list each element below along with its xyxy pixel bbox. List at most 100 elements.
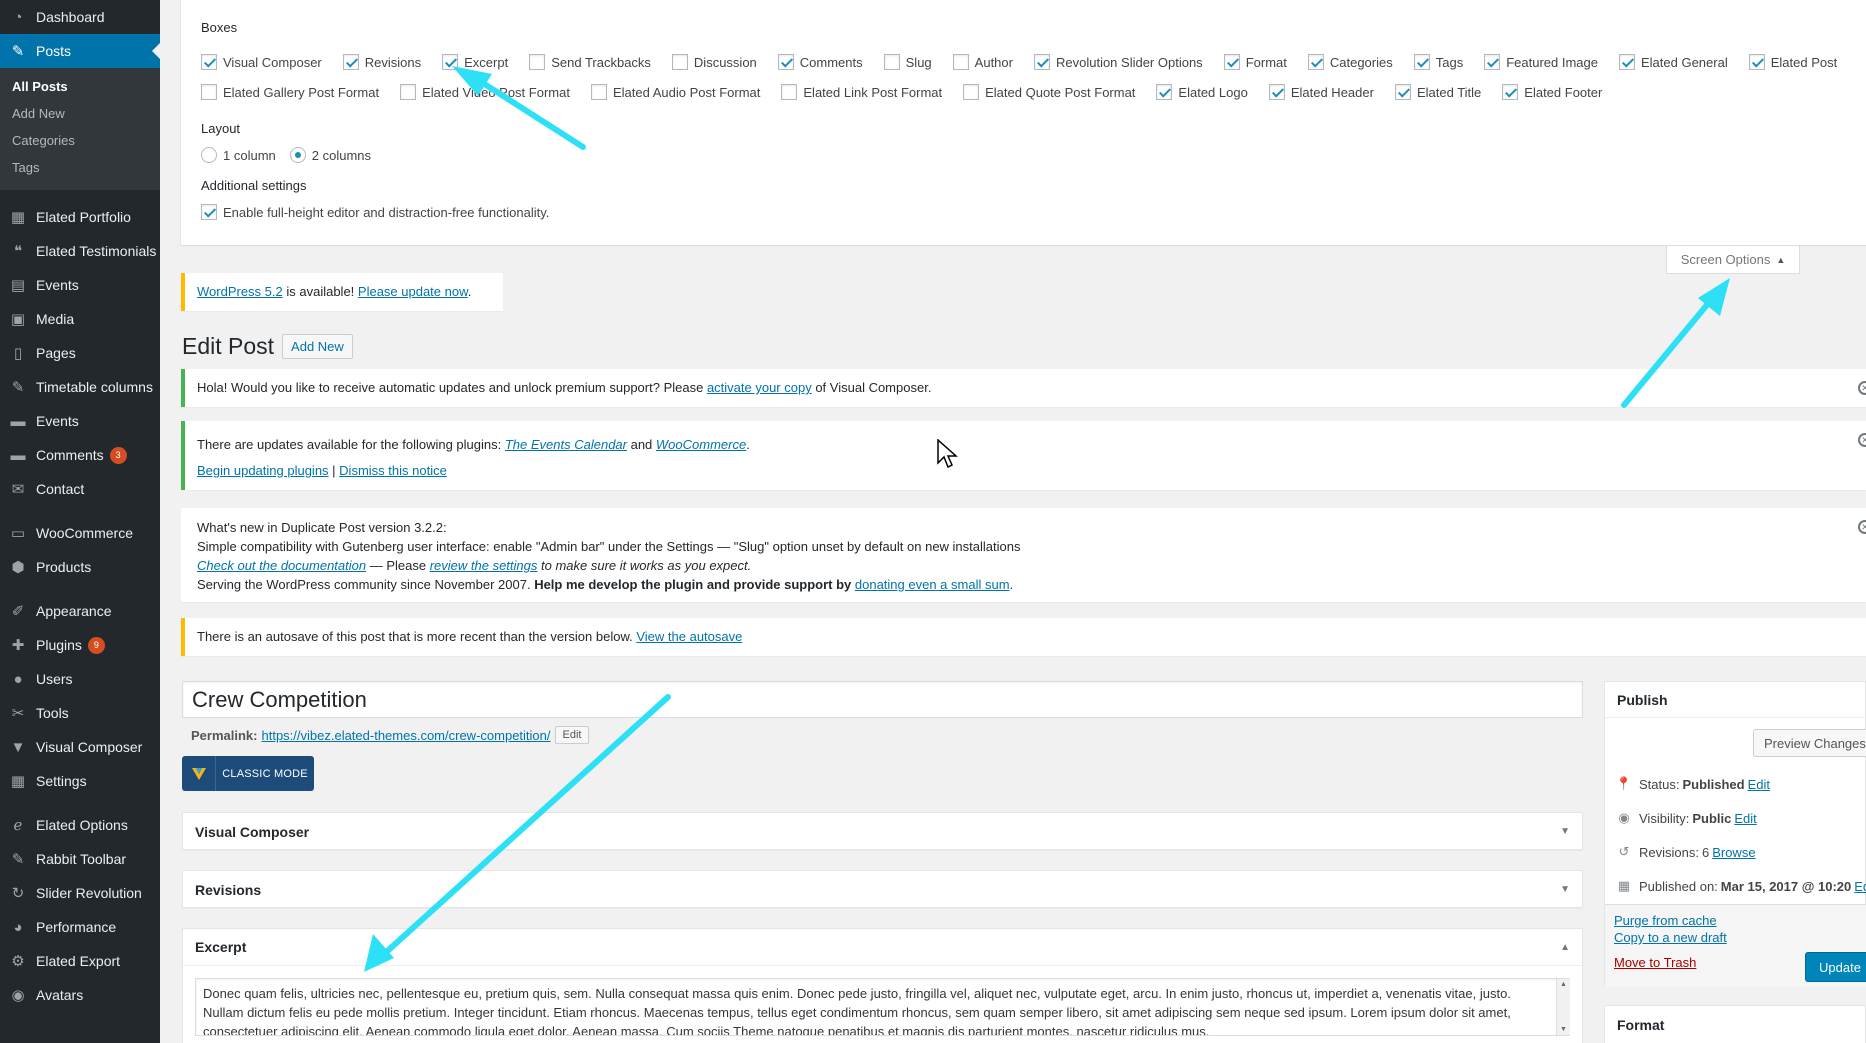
checkbox-checked-icon[interactable] <box>201 204 217 220</box>
checkbox-excerpt[interactable]: Excerpt <box>442 54 508 70</box>
radio-1-column[interactable]: 1 column <box>201 147 276 163</box>
published-edit-link[interactable]: Edit <box>1854 879 1866 894</box>
checkbox-elated-title[interactable]: Elated Title <box>1394 84 1481 100</box>
wordpress-version-link[interactable]: WordPress 5.2 <box>197 284 283 299</box>
checkbox-checked-icon[interactable] <box>1413 54 1430 70</box>
checkbox-categories[interactable]: Categories <box>1307 54 1393 70</box>
excerpt-textarea[interactable]: Donec quam felis, ultricies nec, pellent… <box>195 978 1570 1036</box>
sidebar-item-events[interactable]: ▬ Events <box>0 404 160 438</box>
checkbox-elated-footer[interactable]: Elated Footer <box>1502 84 1602 100</box>
checkbox-checked-icon[interactable] <box>1394 84 1411 100</box>
checkbox-empty-icon[interactable] <box>671 54 688 70</box>
checkbox-elated-audio-post-format[interactable]: Elated Audio Post Format <box>590 84 760 100</box>
format-box[interactable]: Format <box>1604 1005 1866 1043</box>
sidebar-item-visual-composer[interactable]: ▼ Visual Composer <box>0 730 160 764</box>
post-title-input[interactable]: Crew Competition <box>182 681 1583 718</box>
radio-icon[interactable] <box>289 147 306 163</box>
checkbox-checked-icon[interactable] <box>1268 84 1285 100</box>
begin-updating-link[interactable]: Begin updating plugins <box>197 463 329 478</box>
view-autosave-link[interactable]: View the autosave <box>636 629 742 644</box>
sidebar-item-media[interactable]: ▣ Media <box>0 302 160 336</box>
checkbox-checked-icon[interactable] <box>1484 54 1501 70</box>
checkbox-tags[interactable]: Tags <box>1413 54 1463 70</box>
submenu-item-tags[interactable]: Tags <box>0 155 160 182</box>
checkbox-empty-icon[interactable] <box>400 84 417 100</box>
sidebar-item-timetable-columns[interactable]: ✎ Timetable columns <box>0 370 160 404</box>
checkbox-send-trackbacks[interactable]: Send Trackbacks <box>529 54 651 70</box>
checkbox-elated-header[interactable]: Elated Header <box>1268 84 1374 100</box>
revisions-box-header[interactable]: Revisions ▼ <box>183 871 1582 908</box>
documentation-link[interactable]: Check out the documentation <box>197 558 366 573</box>
close-icon[interactable]: ✕ <box>1858 520 1866 534</box>
checkbox-checked-icon[interactable] <box>1156 84 1173 100</box>
sidebar-item-slider-revolution[interactable]: ↻ Slider Revolution <box>0 876 160 910</box>
checkbox-empty-icon[interactable] <box>590 84 607 100</box>
checkbox-elated-link-post-format[interactable]: Elated Link Post Format <box>781 84 942 100</box>
sidebar-item-events[interactable]: ▤ Events <box>0 268 160 302</box>
checkbox-discussion[interactable]: Discussion <box>671 54 757 70</box>
classic-mode-button[interactable]: CLASSIC MODE <box>182 756 314 791</box>
close-icon[interactable]: ✕ <box>1858 433 1866 447</box>
checkbox-checked-icon[interactable] <box>1502 84 1519 100</box>
visual-composer-box-header[interactable]: Visual Composer ▼ <box>183 813 1582 850</box>
status-edit-link[interactable]: Edit <box>1748 777 1770 792</box>
checkbox-revolution-slider-options[interactable]: Revolution Slider Options <box>1033 54 1203 70</box>
visibility-edit-link[interactable]: Edit <box>1734 811 1756 826</box>
add-new-button[interactable]: Add New <box>282 334 353 359</box>
checkbox-checked-icon[interactable] <box>1618 54 1635 70</box>
review-settings-link[interactable]: review the settings <box>430 558 538 573</box>
triangle-up-icon[interactable]: ▲ <box>1560 942 1570 953</box>
sidebar-item-comments[interactable]: ▬ Comments 3 <box>0 438 160 472</box>
checkbox-elated-general[interactable]: Elated General <box>1618 54 1728 70</box>
publish-box-header[interactable]: Publish <box>1605 682 1865 718</box>
sidebar-item-tools[interactable]: ✂ Tools <box>0 696 160 730</box>
checkbox-checked-icon[interactable] <box>342 54 359 70</box>
scroll-up-icon[interactable]: ▲ <box>1560 981 1567 988</box>
checkbox-checked-icon[interactable] <box>201 54 217 70</box>
sidebar-item-appearance[interactable]: ✐ Appearance <box>0 594 160 628</box>
sidebar-item-products[interactable]: ⬢ Products <box>0 550 160 584</box>
checkbox-format[interactable]: Format <box>1223 54 1287 70</box>
permalink-edit-button[interactable]: Edit <box>554 726 590 744</box>
checkbox-checked-icon[interactable] <box>777 54 794 70</box>
sidebar-item-contact[interactable]: ✉ Contact <box>0 472 160 506</box>
update-button[interactable]: Update <box>1805 952 1866 982</box>
scroll-down-icon[interactable]: ▼ <box>1560 1026 1567 1033</box>
radio-icon[interactable] <box>201 147 217 163</box>
permalink-link[interactable]: https://vibez.elated-themes.com/crew-com… <box>261 728 550 743</box>
purge-cache-link[interactable]: Purge from cache <box>1614 913 1717 928</box>
checkbox-checked-icon[interactable] <box>1748 54 1765 70</box>
checkbox-revisions[interactable]: Revisions <box>342 54 421 70</box>
sidebar-item-posts[interactable]: ✎ Posts <box>0 34 160 68</box>
radio-2-columns[interactable]: 2 columns <box>289 147 371 163</box>
preview-changes-button[interactable]: Preview Changes <box>1753 729 1866 757</box>
checkbox-checked-icon[interactable] <box>1223 54 1240 70</box>
dismiss-notice-link[interactable]: Dismiss this notice <box>339 463 447 478</box>
sidebar-item-users[interactable]: ● Users <box>0 662 160 696</box>
checkbox-checked-icon[interactable] <box>442 54 459 70</box>
triangle-down-icon[interactable]: ▼ <box>1560 826 1570 837</box>
checkbox-empty-icon[interactable] <box>963 84 980 100</box>
checkbox-enable-full-height-editor-and-distraction-free-functionality-[interactable]: Enable full-height editor and distractio… <box>201 204 549 220</box>
screen-options-toggle[interactable]: Screen Options ▲ <box>1666 246 1800 274</box>
donate-link[interactable]: donating even a small sum <box>855 577 1010 592</box>
checkbox-empty-icon[interactable] <box>952 54 969 70</box>
sidebar-item-elated-portfolio[interactable]: ▦ Elated Portfolio <box>0 200 160 234</box>
checkbox-checked-icon[interactable] <box>1033 54 1050 70</box>
checkbox-elated-quote-post-format[interactable]: Elated Quote Post Format <box>963 84 1135 100</box>
copy-draft-link[interactable]: Copy to a new draft <box>1614 930 1727 945</box>
sidebar-item-settings[interactable]: ▦ Settings <box>0 764 160 798</box>
checkbox-checked-icon[interactable] <box>1307 54 1324 70</box>
checkbox-visual-composer[interactable]: Visual Composer <box>201 54 322 70</box>
browse-revisions-link[interactable]: Browse <box>1712 845 1755 860</box>
checkbox-elated-gallery-post-format[interactable]: Elated Gallery Post Format <box>201 84 379 100</box>
checkbox-empty-icon[interactable] <box>529 54 546 70</box>
sidebar-item-plugins[interactable]: ✚ Plugins 9 <box>0 628 160 662</box>
sidebar-item-elated-options[interactable]: ℯ Elated Options <box>0 808 160 842</box>
submenu-item-add-new[interactable]: Add New <box>0 101 160 128</box>
checkbox-elated-video-post-format[interactable]: Elated Video Post Format <box>400 84 570 100</box>
checkbox-comments[interactable]: Comments <box>777 54 863 70</box>
woocommerce-link[interactable]: WooCommerce <box>656 437 746 452</box>
excerpt-box-header[interactable]: Excerpt ▲ <box>183 929 1582 966</box>
sidebar-item-elated-testimonials[interactable]: ❝ Elated Testimonials <box>0 234 160 268</box>
